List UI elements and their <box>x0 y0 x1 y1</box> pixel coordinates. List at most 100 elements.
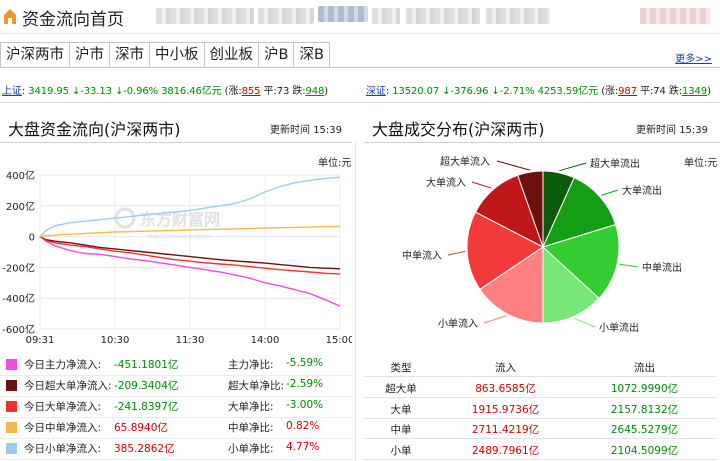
legend-value: 65.8940亿 <box>114 422 168 434</box>
pie-label: 中单流入 <box>402 249 442 262</box>
sh-index-name[interactable]: 上证 <box>2 86 22 97</box>
legend-ratio-value: -5.59% <box>286 357 324 369</box>
legend-swatch <box>6 380 17 391</box>
legend-row: 今日大单净流入: -241.8397亿 大单净比: -3.00% <box>6 398 350 418</box>
legend-divider <box>0 459 352 460</box>
table-cell: 1915.9736亿 <box>471 403 540 416</box>
pie-leader-line <box>483 315 507 324</box>
pie-leader-line <box>574 317 596 328</box>
market-tabs: 沪深两市 沪市 深市 中小板 创业板 沪B 深B <box>0 42 330 68</box>
tab-shen-b[interactable]: 深B <box>294 42 330 68</box>
index-divider <box>0 102 720 103</box>
sh-flat-count: 73 <box>276 86 290 97</box>
blurred-nav-1[interactable] <box>156 8 254 24</box>
legend-value: 385.2862亿 <box>114 443 175 455</box>
pie-label: 超大单流出 <box>590 157 640 170</box>
pie-leader-line <box>447 250 466 256</box>
tab-chuangye[interactable]: 创业板 <box>204 42 259 68</box>
fund-flow-title-rule <box>0 142 352 143</box>
pie-leader-line <box>496 160 530 171</box>
legend-row: 今日中单净流入: 65.8940亿 中单净比: 0.82% <box>6 419 350 439</box>
legend-name: 今日小单净流入: <box>24 443 102 455</box>
blurred-nav-2[interactable] <box>258 8 314 24</box>
tabs-divider <box>0 67 720 68</box>
legend-row: 今日超大单净流入: -209.3404亿 超大单净比: -2.59% <box>6 377 350 397</box>
sz-up-count[interactable]: 987 <box>618 86 637 97</box>
blurred-nav-5[interactable] <box>406 8 480 24</box>
pie-label: 大单流入 <box>426 176 466 189</box>
pie-label: 小单流入 <box>438 317 478 330</box>
tab-hushen[interactable]: 沪深两市 <box>0 42 70 68</box>
legend-name: 今日超大单净流入: <box>24 380 112 392</box>
table-cell: 中单 <box>390 424 412 436</box>
sz-index-line: 深证: 13520.07 ↓-376.96 ↓-2.71% 4253.59亿元 … <box>366 86 711 97</box>
legend-divider <box>0 396 352 397</box>
x-tick-label: 14:00 <box>251 335 280 346</box>
pie-label: 大单流出 <box>622 184 662 197</box>
legend-name: 今日主力净流入: <box>24 359 102 371</box>
sh-index-pct: ↓-0.96% <box>114 86 159 97</box>
deal-dist-pie-chart: 超大单流出大单流出中单流出小单流出 小单流入 中单流入 大单流入 超大单流入 <box>402 155 682 334</box>
y-tick-label: 400亿 <box>6 169 35 182</box>
sh-up-count[interactable]: 855 <box>242 86 261 97</box>
legend-divider <box>0 417 352 418</box>
table-cell: 2489.7961亿 <box>471 444 540 457</box>
tab-hu-b[interactable]: 沪B <box>259 42 295 68</box>
sh-index-change: ↓-33.13 <box>71 86 112 97</box>
sh-index-amount: 3816.46亿元 <box>161 86 222 97</box>
table-header: 类型 流入 流出 <box>364 356 716 376</box>
pie-leader-line <box>559 162 587 172</box>
table-row: 中单 2711.4219亿 2645.5279亿 <box>364 418 716 438</box>
legend-name: 今日中单净流入: <box>24 422 102 434</box>
blurred-nav-3[interactable] <box>318 6 368 22</box>
tab-zhongxiao[interactable]: 中小板 <box>150 42 205 68</box>
pie-label: 小单流出 <box>599 321 639 334</box>
x-tick-label: 15:00 <box>326 335 352 346</box>
sh-index-price: 3419.95 <box>28 86 69 97</box>
table-cell: 小单 <box>390 444 412 457</box>
legend-swatch <box>6 443 17 454</box>
table-row: 小单 2489.7961亿 2104.5099亿 <box>364 439 716 459</box>
legend-divider <box>0 375 352 376</box>
sz-down-count[interactable]: 1349 <box>682 86 707 97</box>
watermark-text: 东方财富网 <box>140 210 220 229</box>
table-cell: 2711.4219亿 <box>471 424 540 436</box>
legend-value: -451.1801亿 <box>114 359 179 371</box>
x-tick-label: 11:30 <box>176 335 205 346</box>
legend-ratio-label: 中单净比: <box>228 422 274 434</box>
y-tick-label: -200亿 <box>2 261 35 274</box>
legend-ratio-label: 主力净比: <box>228 359 274 371</box>
pie-label: 超大单流入 <box>440 155 490 168</box>
tab-shenshi[interactable]: 深市 <box>110 42 150 68</box>
more-link[interactable]: 更多>> <box>675 50 712 65</box>
sz-index-price: 13520.07 <box>392 86 440 97</box>
sz-index-name[interactable]: 深证 <box>366 86 386 97</box>
legend-swatch <box>6 422 17 433</box>
watermark-sub: eastmoney.com <box>148 232 211 241</box>
table-cell: 1072.9990亿 <box>610 383 679 395</box>
legend-row: 今日主力净流入: -451.1801亿 主力净比: -5.59% <box>6 356 350 376</box>
table-divider <box>364 458 716 460</box>
table-header-cell: 流入 <box>495 362 516 374</box>
sz-index-amount: 4253.59亿元 <box>537 86 599 97</box>
sz-flat-count: 74 <box>653 86 666 97</box>
fund-flow-line-chart: 400亿200亿0-200亿-400亿-600亿09:31 10:30 11:30 1… <box>2 169 352 346</box>
tab-hushi[interactable]: 沪市 <box>70 42 110 68</box>
table-cell: 超大单 <box>385 383 417 395</box>
fund-flow-update: 更新时间 15:39 <box>270 125 343 136</box>
legend-swatch <box>6 359 17 370</box>
blurred-nav-4[interactable] <box>372 8 400 24</box>
panel-separator <box>355 142 356 461</box>
sh-down-count[interactable]: 948 <box>306 86 325 97</box>
legend-ratio-value: -2.59% <box>286 378 324 390</box>
table-row: 大单 1915.9736亿 2157.8132亿 <box>364 398 716 418</box>
pie-leader-line <box>619 263 639 268</box>
blurred-nav-6[interactable] <box>486 8 550 24</box>
legend-row: 今日小单净流入: 385.2862亿 小单净比: 4.77% <box>6 440 350 460</box>
y-tick-label: 0 <box>29 233 35 244</box>
table-cell: 2157.8132亿 <box>610 403 679 416</box>
legend-ratio-label: 超大单净比: <box>228 380 285 392</box>
home-icon[interactable] <box>3 7 17 25</box>
blurred-nav-7[interactable] <box>640 8 710 24</box>
legend-ratio-value: 0.82% <box>286 420 320 432</box>
